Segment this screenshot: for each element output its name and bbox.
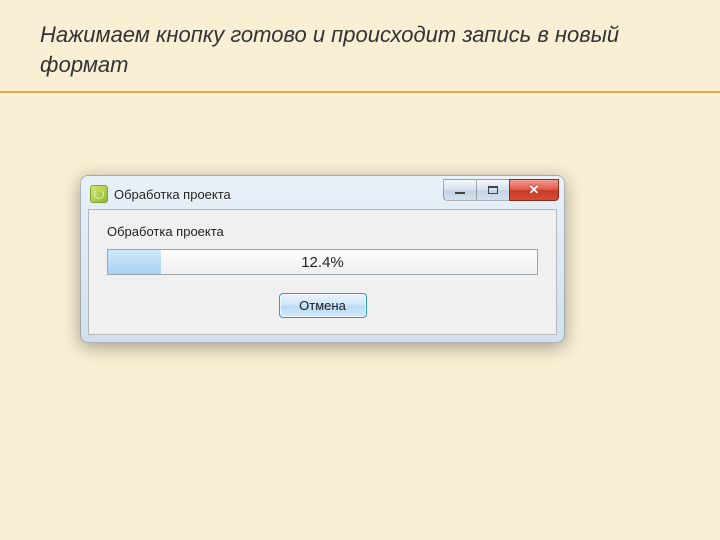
close-icon: ✕	[529, 183, 540, 196]
cancel-button[interactable]: Отмена	[279, 293, 367, 318]
maximize-button[interactable]	[476, 179, 510, 201]
title-underline	[0, 91, 720, 93]
progress-percent: 12.4%	[108, 250, 537, 274]
minimize-icon	[455, 192, 465, 194]
progress-label: Обработка проекта	[107, 224, 538, 239]
window-controls: ✕	[444, 179, 559, 201]
dialog-title: Обработка проекта	[114, 187, 444, 202]
dialog-frame: Обработка проекта ✕ Обработка проекта 12…	[80, 175, 565, 343]
app-icon	[90, 185, 108, 203]
close-button[interactable]: ✕	[509, 179, 559, 201]
dialog-client-area: Обработка проекта 12.4% Отмена	[88, 209, 557, 335]
maximize-icon	[488, 186, 498, 194]
button-row: Отмена	[107, 293, 538, 318]
minimize-button[interactable]	[443, 179, 477, 201]
slide-title: Нажимаем кнопку готово и происходит запи…	[0, 0, 720, 87]
progress-bar: 12.4%	[107, 249, 538, 275]
titlebar[interactable]: Обработка проекта ✕	[88, 183, 557, 209]
progress-dialog: Обработка проекта ✕ Обработка проекта 12…	[80, 175, 565, 343]
